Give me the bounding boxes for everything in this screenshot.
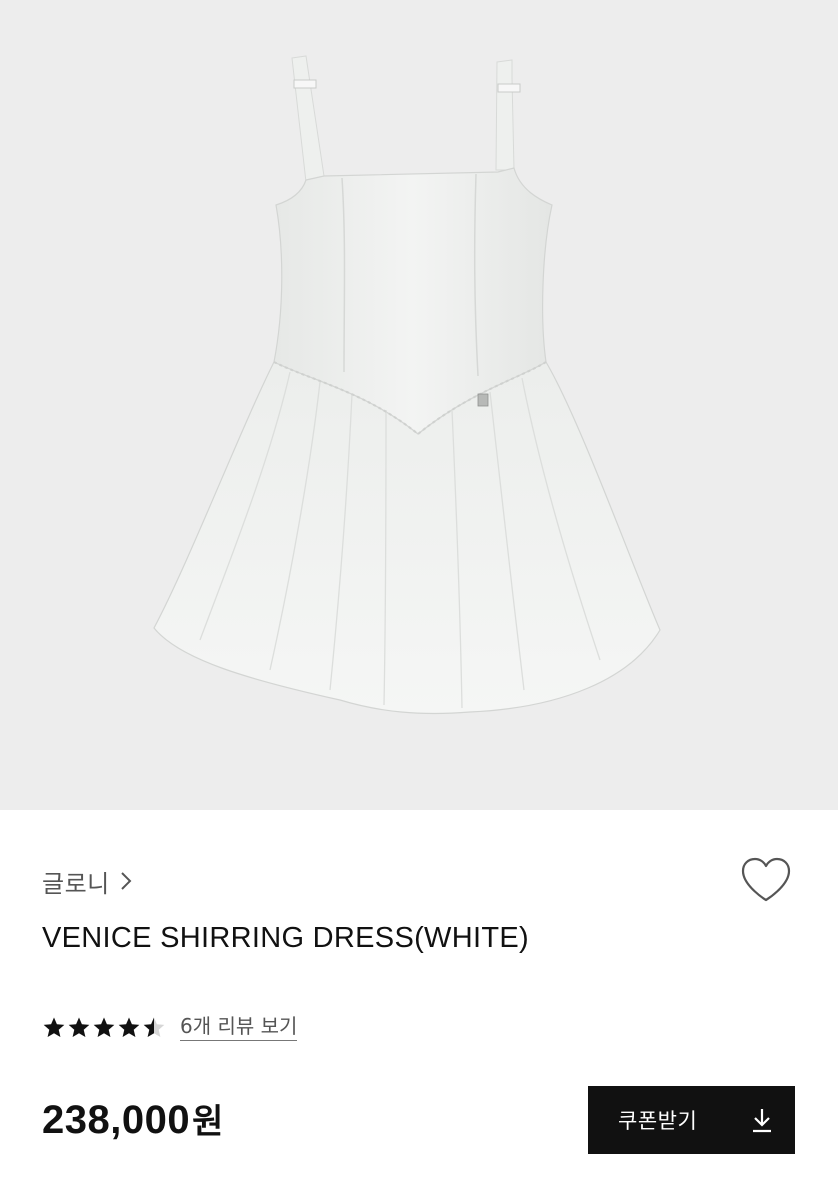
brand-name: 글로니 bbox=[42, 869, 110, 898]
dress-illustration bbox=[153, 55, 661, 715]
star-icon bbox=[118, 1017, 140, 1037]
download-icon bbox=[751, 1107, 773, 1133]
chevron-right-icon bbox=[120, 871, 132, 891]
rating-row: 6개 리뷰 보기 bbox=[42, 1010, 298, 1046]
price-value: 238,000 bbox=[42, 1098, 191, 1142]
product-info-panel: 글로니 VENICE SHIRRING DRESS(WHITE) 6개 리뷰 보… bbox=[0, 810, 838, 1200]
product-title: VENICE SHIRRING DRESS(WHITE) bbox=[42, 922, 529, 954]
coupon-label: 쿠폰받기 bbox=[618, 1109, 698, 1133]
star-icon bbox=[68, 1017, 90, 1037]
brand-link[interactable]: 글로니 bbox=[42, 866, 132, 898]
star-icon bbox=[143, 1017, 165, 1037]
price: 238,000 원 bbox=[42, 1094, 223, 1143]
heart-outline-icon bbox=[739, 856, 793, 908]
rating-stars bbox=[42, 1016, 166, 1040]
price-unit: 원 bbox=[192, 1102, 224, 1142]
coupon-download-button[interactable]: 쿠폰받기 bbox=[588, 1086, 795, 1154]
wishlist-button[interactable] bbox=[738, 856, 794, 908]
review-link[interactable]: 6개 리뷰 보기 bbox=[180, 1015, 298, 1041]
product-image bbox=[0, 0, 838, 810]
star-icon bbox=[93, 1017, 115, 1037]
star-icon bbox=[43, 1017, 65, 1037]
